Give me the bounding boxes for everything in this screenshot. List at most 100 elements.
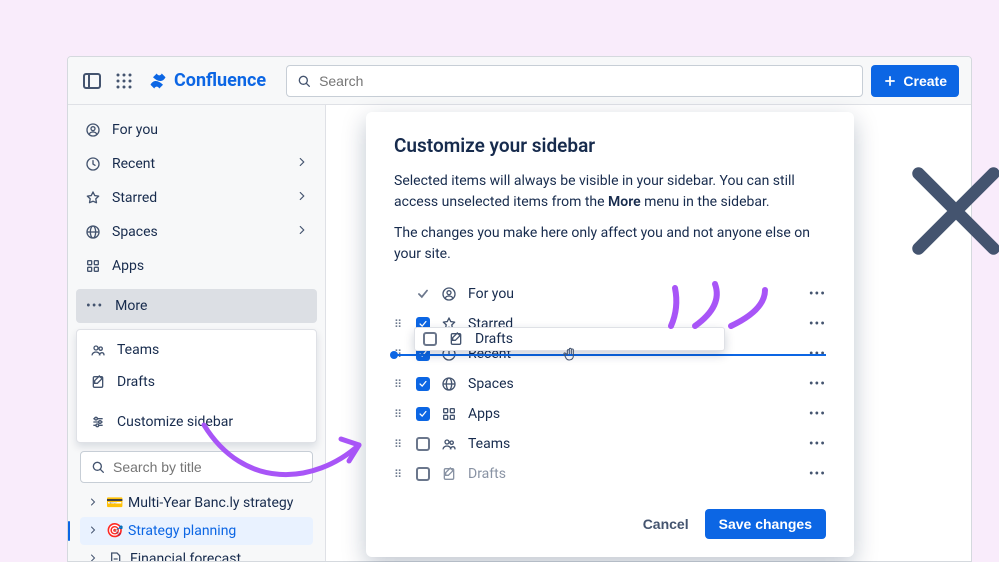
draft-icon: [440, 465, 458, 483]
clock-icon: [84, 155, 102, 173]
drag-handle-icon[interactable]: ⠿: [394, 408, 406, 421]
chevron-right-icon: [295, 223, 309, 241]
page-tree: 💳 Multi-Year Banc.ly strategy 🎯 Strategy pl…: [68, 489, 325, 562]
nav-label: For you: [112, 122, 158, 138]
option-overflow-button[interactable]: •••: [809, 316, 826, 332]
drag-handle-icon[interactable]: ⠿: [394, 468, 406, 481]
drag-ghost-label: Drafts: [475, 331, 513, 347]
draft-icon: [89, 373, 107, 391]
tree-row[interactable]: 💳 Multi-Year Banc.ly strategy: [80, 489, 313, 517]
modal-title: Customize your sidebar: [394, 134, 595, 157]
draft-icon: [447, 330, 465, 348]
overflow-label: Drafts: [117, 374, 155, 390]
topbar: Confluence Create: [68, 57, 971, 105]
page-emoji: 💳: [106, 495, 122, 511]
option-label: Spaces: [468, 376, 514, 392]
tree-label: Multi-Year Banc.ly strategy: [128, 495, 293, 511]
chevron-right-icon[interactable]: [86, 552, 100, 562]
option-row-apps: ⠿ Apps •••: [394, 399, 826, 429]
nav-label: Starred: [112, 190, 157, 206]
page-emoji: 🎯: [106, 523, 122, 539]
grab-cursor-icon: [562, 346, 578, 366]
chevron-right-icon[interactable]: [86, 496, 100, 511]
app-switcher-icon[interactable]: [112, 69, 136, 93]
search-input[interactable]: [319, 73, 854, 89]
drag-checkbox[interactable]: [423, 332, 437, 346]
drop-indicator: [394, 354, 826, 356]
locked-check-icon: [416, 287, 430, 301]
option-label: For you: [468, 286, 514, 302]
options-list: For you•••⠿Starred•••⠿Recent•••⠿Spaces••…: [394, 279, 826, 489]
tree-row[interactable]: Financial forecast: [80, 545, 313, 562]
people-icon: [440, 435, 458, 453]
apps-icon: [440, 405, 458, 423]
chevron-right-icon: [295, 155, 309, 173]
nav-recent[interactable]: Recent: [68, 147, 325, 181]
nav-label: Spaces: [112, 224, 158, 240]
option-checkbox[interactable]: [416, 407, 430, 421]
option-overflow-button[interactable]: •••: [809, 436, 826, 452]
customize-sidebar-item[interactable]: Customize sidebar: [77, 406, 316, 438]
option-row-teams: ⠿Teams•••: [394, 429, 826, 459]
option-row-drafts: ⠿ Drafts •••: [394, 459, 826, 489]
sidebar-filter-input[interactable]: [113, 459, 304, 475]
product-name: Confluence: [174, 70, 266, 91]
option-label: Apps: [468, 406, 500, 422]
star-icon: [84, 189, 102, 207]
modal-description-1: Selected items will always be visible in…: [394, 171, 826, 213]
page-icon: [106, 550, 124, 562]
more-dots-icon: •••: [86, 298, 103, 314]
option-overflow-button[interactable]: •••: [809, 286, 826, 302]
drag-handle-icon[interactable]: ⠿: [394, 378, 406, 391]
person-circle-icon: [84, 121, 102, 139]
overflow-teams[interactable]: Teams: [77, 334, 316, 366]
sidebar-filter[interactable]: [80, 451, 313, 483]
nav-apps[interactable]: Apps: [68, 249, 325, 283]
nav-starred[interactable]: Starred: [68, 181, 325, 215]
sidebar-collapse-icon[interactable]: [80, 69, 104, 93]
chevron-right-icon[interactable]: [86, 524, 100, 539]
nav-label: Recent: [112, 156, 155, 172]
option-overflow-button[interactable]: •••: [809, 376, 826, 392]
option-overflow-button[interactable]: •••: [809, 406, 826, 422]
tree-label: Financial forecast: [130, 551, 241, 562]
create-button[interactable]: Create: [871, 65, 959, 97]
option-row-for-you: For you •••: [394, 279, 826, 309]
more-label: More: [115, 298, 147, 314]
globe-icon: [84, 223, 102, 241]
sidebar-more[interactable]: ••• More: [76, 289, 317, 323]
customize-label: Customize sidebar: [117, 414, 233, 430]
search-icon: [295, 72, 313, 90]
nav-label: Apps: [112, 258, 144, 274]
more-popup: Teams Drafts Customize sidebar: [76, 329, 317, 443]
overflow-drafts[interactable]: Drafts: [77, 366, 316, 398]
option-checkbox[interactable]: [416, 467, 430, 481]
cancel-button[interactable]: Cancel: [639, 509, 693, 539]
apps-icon: [84, 257, 102, 275]
sliders-icon: [89, 413, 107, 431]
create-label: Create: [903, 73, 947, 89]
option-overflow-button[interactable]: •••: [809, 466, 826, 482]
nav-for-you[interactable]: For you: [68, 113, 325, 147]
product-logo[interactable]: Confluence: [148, 70, 266, 91]
close-button[interactable]: [806, 136, 826, 156]
search-icon: [89, 458, 107, 476]
option-checkbox[interactable]: [416, 437, 430, 451]
nav-spaces[interactable]: Spaces: [68, 215, 325, 249]
option-checkbox[interactable]: [416, 377, 430, 391]
sidebar: For youRecentStarredSpacesApps ••• More …: [68, 105, 326, 561]
drag-handle-icon[interactable]: ⠿: [394, 438, 406, 451]
globe-icon: [440, 375, 458, 393]
people-icon: [89, 341, 107, 359]
chevron-right-icon: [295, 189, 309, 207]
drag-handle-icon[interactable]: ⠿: [394, 318, 406, 331]
global-search[interactable]: [286, 65, 863, 97]
option-label: Drafts: [468, 466, 506, 482]
modal-description-2: The changes you make here only affect yo…: [394, 223, 826, 265]
save-button[interactable]: Save changes: [705, 509, 826, 539]
person-circle-icon: [440, 285, 458, 303]
overflow-label: Teams: [117, 342, 159, 358]
tree-label: Strategy planning: [128, 523, 236, 539]
tree-row[interactable]: 🎯 Strategy planning: [80, 517, 313, 545]
option-row-spaces: ⠿ Spaces •••: [394, 369, 826, 399]
